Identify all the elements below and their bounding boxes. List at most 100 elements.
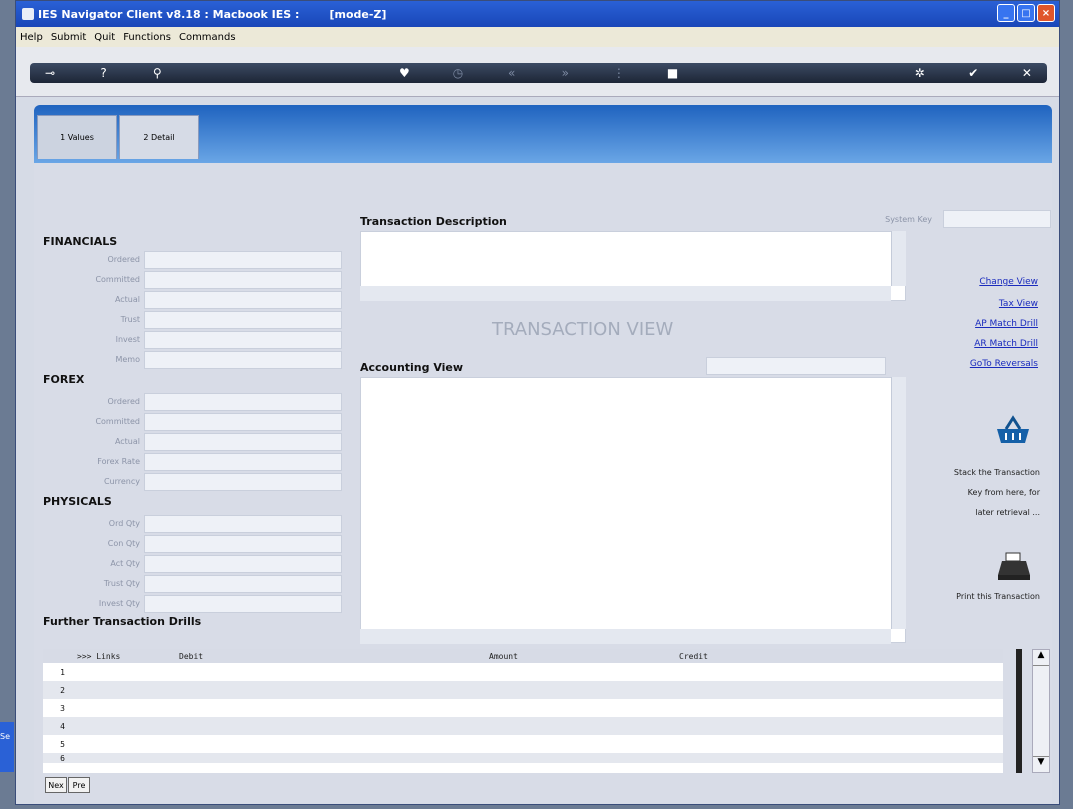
cancel-icon[interactable]: ✕ [1017, 66, 1037, 80]
list-icon[interactable]: ⋮ [609, 66, 629, 80]
ar-match-drill-link[interactable]: AR Match Drill [974, 339, 1038, 349]
previous-button[interactable]: Pre [68, 777, 90, 793]
scroll-down-icon[interactable]: ▼ [1033, 756, 1049, 772]
field-label: Ordered [107, 397, 140, 406]
field-label: Trust [120, 315, 140, 324]
goto-reversals-link[interactable]: GoTo Reversals [970, 359, 1038, 369]
system-key-field[interactable] [943, 210, 1051, 228]
accounting-hscroll[interactable] [360, 629, 891, 644]
clock-icon[interactable]: ◷ [448, 66, 468, 80]
fast-forward-icon[interactable]: » [555, 66, 575, 80]
invest-field[interactable] [144, 331, 342, 349]
table-row[interactable]: 1 [43, 663, 1003, 681]
key-icon[interactable]: ⊸ [40, 66, 60, 80]
search-icon[interactable]: ⚲ [147, 66, 167, 80]
committed-field[interactable] [144, 271, 342, 289]
accounting-view-textarea[interactable] [360, 377, 906, 643]
field-label: Actual [114, 295, 140, 304]
forex-heading: FOREX [43, 373, 85, 386]
trust-qty-field[interactable] [144, 575, 342, 593]
system-key-label: System Key [885, 215, 932, 224]
grid-vscroll[interactable]: ▲ ▼ [1032, 649, 1050, 773]
change-view-link[interactable]: Change View [979, 277, 1038, 287]
physicals-heading: PHYSICALS [43, 495, 112, 508]
background-window-tab[interactable]: Se [0, 722, 14, 772]
accounting-view-field[interactable] [706, 357, 886, 375]
basket-icon[interactable] [994, 415, 1032, 445]
table-row[interactable]: 3 [43, 699, 1003, 717]
accounting-vscroll[interactable] [891, 377, 906, 629]
field-label: Trust Qty [103, 579, 140, 588]
print-note: Print this Transaction [956, 592, 1040, 601]
field-label: Con Qty [107, 539, 140, 548]
forex-actual-field[interactable] [144, 433, 342, 451]
grid-col-links: >>> Links [77, 651, 121, 661]
drills-grid: >>> Links Debit Amount Credit 1 2 3 4 5 … [43, 649, 1003, 773]
actual-field[interactable] [144, 291, 342, 309]
menu-functions[interactable]: Functions [123, 32, 171, 43]
next-button[interactable]: Nex [45, 777, 67, 793]
rewind-icon[interactable]: « [502, 66, 522, 80]
close-icon[interactable]: × [1037, 4, 1055, 22]
printer-icon[interactable] [996, 551, 1034, 581]
field-label: Committed [95, 275, 140, 284]
tab-detail[interactable]: 2 Detail [119, 115, 199, 159]
scroll-up-icon[interactable]: ▲ [1033, 650, 1049, 666]
financials-heading: FINANCIALS [43, 235, 118, 248]
invest-qty-field[interactable] [144, 595, 342, 613]
grid-col-credit: Credit [679, 651, 708, 661]
description-vscroll[interactable] [891, 231, 906, 286]
forex-ordered-field[interactable] [144, 393, 342, 411]
field-label: Invest [115, 335, 140, 344]
heart-icon[interactable]: ♥ [394, 66, 414, 80]
currency-field[interactable] [144, 473, 342, 491]
grid-divider [1016, 649, 1022, 773]
grid-body: 1 2 3 4 5 6 [43, 663, 1003, 763]
ap-match-drill-link[interactable]: AP Match Drill [975, 319, 1038, 329]
grid-col-amount: Amount [489, 651, 518, 661]
menu-submit[interactable]: Submit [51, 32, 86, 43]
tax-view-link[interactable]: Tax View [999, 299, 1038, 309]
menu-bar: Help Submit Quit Functions Commands [16, 27, 1059, 47]
memo-field[interactable] [144, 351, 342, 369]
field-label: Ordered [107, 255, 140, 264]
trust-field[interactable] [144, 311, 342, 329]
table-row[interactable]: 2 [43, 681, 1003, 699]
tab-values[interactable]: 1 Values [37, 115, 117, 159]
check-icon[interactable]: ✔ [963, 66, 983, 80]
menu-commands[interactable]: Commands [179, 32, 236, 43]
grid-col-debit: Debit [179, 651, 204, 661]
stop-icon[interactable]: ■ [662, 66, 682, 80]
menu-help[interactable]: Help [20, 32, 43, 43]
description-hscroll[interactable] [360, 286, 891, 301]
tool-strip: ⊸ ? ⚲ ♥ ◷ « » ⋮ ■ ✲ ✔ ✕ [30, 63, 1047, 83]
field-label: Actual [114, 437, 140, 446]
table-row[interactable]: 6 [43, 753, 1003, 763]
app-icon [22, 8, 34, 20]
title-bar: IES Navigator Client v8.18 : Macbook IES… [16, 1, 1059, 27]
field-label: Ord Qty [108, 519, 140, 528]
ordered-field[interactable] [144, 251, 342, 269]
con-qty-field[interactable] [144, 535, 342, 553]
grid-header: >>> Links Debit Amount Credit [43, 649, 1003, 663]
forex-committed-field[interactable] [144, 413, 342, 431]
menu-quit[interactable]: Quit [94, 32, 115, 43]
maximize-icon[interactable]: □ [1017, 4, 1035, 22]
table-row[interactable]: 5 [43, 735, 1003, 753]
transaction-description-label: Transaction Description [360, 215, 507, 228]
field-label: Committed [95, 417, 140, 426]
mode-label: [mode-Z] [329, 7, 387, 21]
stack-note-line: Stack the Transaction [953, 468, 1040, 477]
minimize-icon[interactable]: _ [997, 4, 1015, 22]
help-icon[interactable]: ? [94, 66, 114, 80]
field-label: Act Qty [110, 559, 140, 568]
field-label: Invest Qty [98, 599, 140, 608]
gear-icon[interactable]: ✲ [910, 66, 930, 80]
table-row[interactable]: 4 [43, 717, 1003, 735]
forex-rate-field[interactable] [144, 453, 342, 471]
act-qty-field[interactable] [144, 555, 342, 573]
accounting-view-label: Accounting View [360, 361, 464, 374]
field-label: Memo [115, 355, 140, 364]
ord-qty-field[interactable] [144, 515, 342, 533]
stack-note-line: Key from here, for [967, 488, 1040, 497]
